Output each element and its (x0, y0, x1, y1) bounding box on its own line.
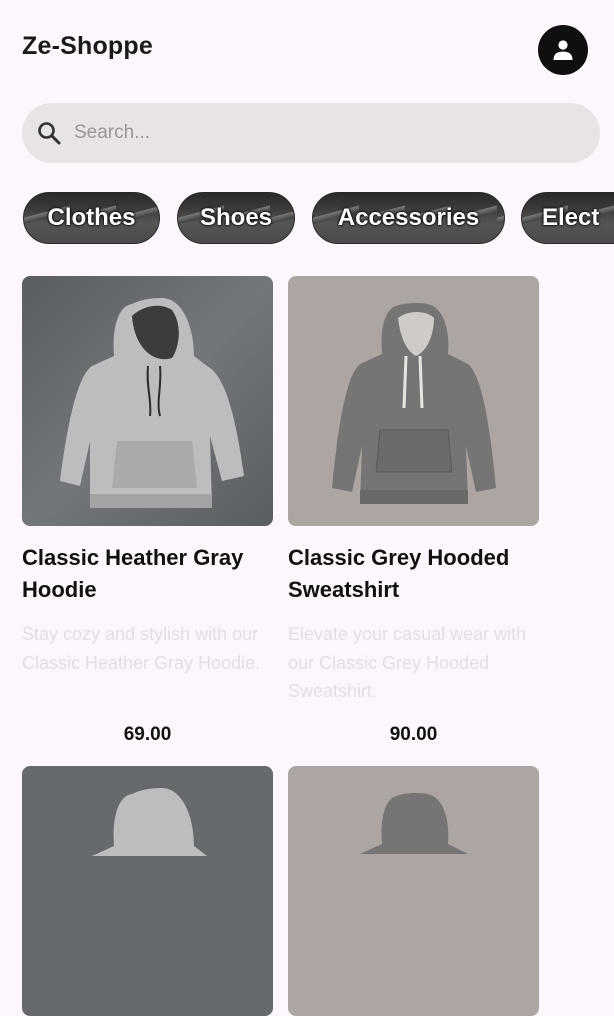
product-image[interactable] (288, 766, 539, 1016)
product-image-grey-sweatshirt[interactable] (288, 276, 539, 526)
category-chip-clothes[interactable]: Clothes (23, 192, 160, 244)
product-price: 69.00 (123, 724, 172, 745)
category-chip-label: Clothes (47, 204, 136, 231)
product-card[interactable] (288, 766, 539, 1016)
category-chip-label: Shoes (199, 204, 273, 231)
product-name[interactable]: Classic Heather Gray Hoodie (22, 542, 273, 606)
product-description: Stay cozy and stylish with our Classic H… (22, 624, 261, 673)
category-chip-label: Elect (542, 204, 600, 231)
category-chip-electronics[interactable]: Elect (521, 192, 614, 244)
product-card[interactable]: Classic Heather Gray Hoodie Stay cozy an… (22, 276, 273, 745)
person-icon (553, 40, 573, 60)
product-description: Elevate your casual wear with our Classi… (288, 624, 527, 701)
category-chip-accessories[interactable]: Accessories (312, 192, 505, 244)
product-name[interactable]: Classic Grey Hooded Sweatshirt (288, 542, 539, 606)
search-icon (36, 120, 62, 146)
app-title: Ze-Shoppe (22, 32, 153, 60)
product-image[interactable] (22, 766, 273, 1016)
product-image-heather-hoodie[interactable] (22, 276, 273, 526)
category-chips[interactable]: Clothes Shoes Accessories Elect (0, 192, 614, 246)
search-bar[interactable] (22, 103, 600, 163)
profile-button[interactable] (538, 25, 588, 75)
product-card[interactable] (22, 766, 273, 1016)
product-card[interactable]: Classic Grey Hooded Sweatshirt Elevate y… (288, 276, 539, 745)
product-price: 90.00 (389, 724, 438, 745)
category-chip-label: Accessories (337, 204, 480, 231)
search-input[interactable] (72, 121, 556, 145)
category-chip-shoes[interactable]: Shoes (177, 192, 295, 244)
